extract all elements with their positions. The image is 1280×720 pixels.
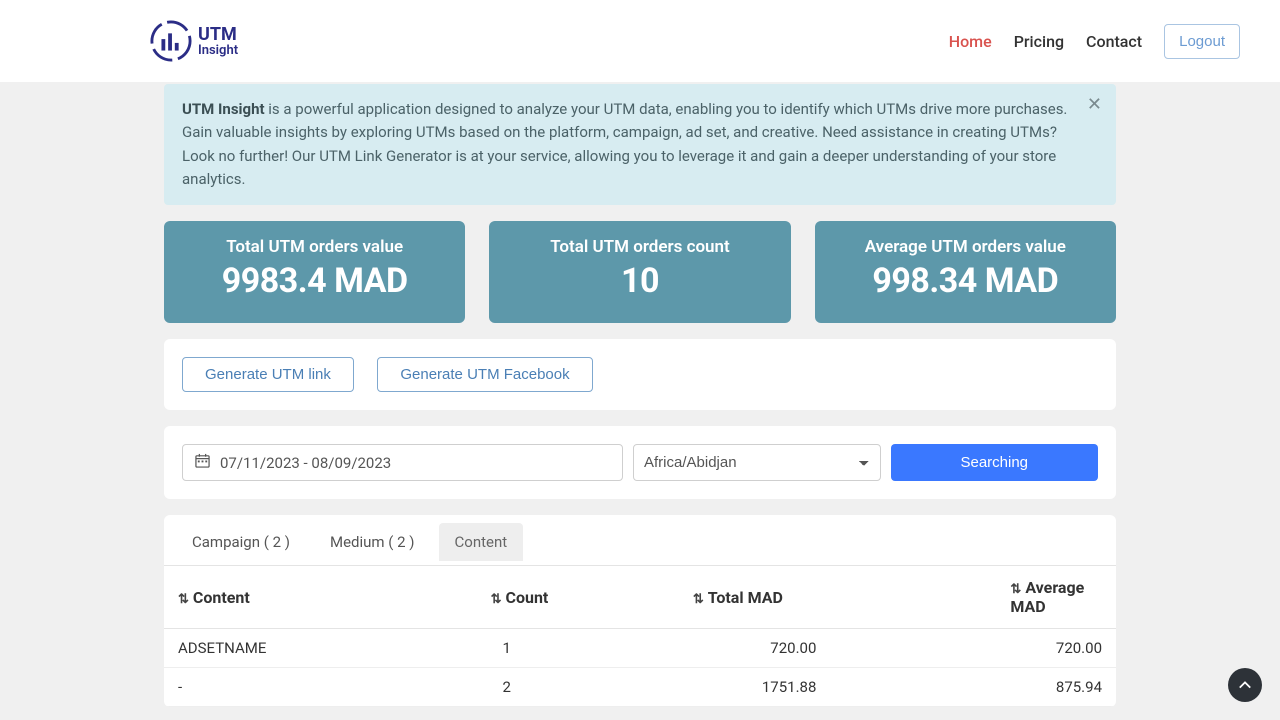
brand-logo: UTM Insight [150,20,238,62]
stat-value: 9983.4 MAD [174,261,455,301]
generate-utm-facebook-button[interactable]: Generate UTM Facebook [377,357,592,392]
info-alert: UTM Insight is a powerful application de… [164,84,1116,205]
search-panel: 07/11/2023 - 08/09/2023 Africa/Abidjan S… [164,426,1116,499]
logout-button[interactable]: Logout [1164,24,1240,59]
cell-total: 720.00 [583,629,831,668]
generate-utm-link-button[interactable]: Generate UTM link [182,357,354,392]
stat-title: Average UTM orders value [825,237,1106,257]
close-icon[interactable]: ✕ [1087,94,1102,115]
nav-contact[interactable]: Contact [1086,32,1142,51]
stat-total-value: Total UTM orders value 9983.4 MAD [164,221,465,323]
cell-total: 1751.88 [583,668,831,707]
sort-icon: ⇅ [693,592,704,607]
cell-content: - [164,668,431,707]
stat-title: Total UTM orders value [174,237,455,257]
nav-pricing[interactable]: Pricing [1014,32,1064,51]
timezone-select[interactable]: Africa/Abidjan [633,444,881,481]
stat-value: 998.34 MAD [825,261,1106,301]
date-range-value: 07/11/2023 - 08/09/2023 [220,454,391,472]
logo-text-main: UTM [198,26,238,44]
alert-body: is a powerful application designed to an… [182,100,1067,188]
cell-content: ADSETNAME [164,629,431,668]
logo-text: UTM Insight [198,26,238,57]
results-panel: Campaign ( 2 ) Medium ( 2 ) Content ⇅Con… [164,515,1116,707]
date-range-input[interactable]: 07/11/2023 - 08/09/2023 [182,444,623,481]
cell-avg: 875.94 [830,668,1116,707]
col-avg[interactable]: ⇅Average MAD [830,566,1116,629]
stat-title: Total UTM orders count [499,237,780,257]
tab-content[interactable]: Content [439,523,524,561]
nav-links: Home Pricing Contact Logout [949,24,1240,59]
col-content[interactable]: ⇅Content [164,566,431,629]
stat-value: 10 [499,261,780,301]
top-navbar: UTM Insight Home Pricing Contact Logout [0,0,1280,82]
chevron-up-icon [1238,678,1252,692]
alert-title: UTM Insight [182,100,265,118]
calendar-icon [195,453,210,472]
sort-icon: ⇅ [491,592,502,607]
col-count[interactable]: ⇅Count [431,566,583,629]
results-table: ⇅Content ⇅Count ⇅Total MAD ⇅Average MAD … [164,565,1116,707]
stat-total-count: Total UTM orders count 10 [489,221,790,323]
logo-icon [150,20,192,62]
stats-row: Total UTM orders value 9983.4 MAD Total … [164,221,1116,323]
col-total[interactable]: ⇅Total MAD [583,566,831,629]
cell-count: 1 [431,629,583,668]
scroll-to-top-button[interactable] [1228,668,1262,702]
table-row: - 2 1751.88 875.94 [164,668,1116,707]
table-row: ADSETNAME 1 720.00 720.00 [164,629,1116,668]
sort-icon: ⇅ [178,592,189,607]
tabs: Campaign ( 2 ) Medium ( 2 ) Content [164,515,1116,561]
cell-count: 2 [431,668,583,707]
logo-text-sub: Insight [198,44,238,57]
sort-icon: ⇅ [1010,582,1021,597]
search-button[interactable]: Searching [891,444,1099,481]
tab-medium[interactable]: Medium ( 2 ) [314,523,431,561]
tab-campaign[interactable]: Campaign ( 2 ) [176,523,306,561]
stat-avg-value: Average UTM orders value 998.34 MAD [815,221,1116,323]
nav-home[interactable]: Home [949,32,992,51]
cell-avg: 720.00 [830,629,1116,668]
generator-panel: Generate UTM link Generate UTM Facebook [164,339,1116,410]
